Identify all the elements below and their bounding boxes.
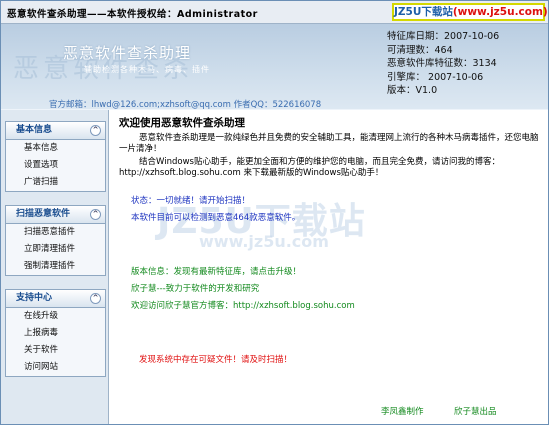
panel-scan: 扫描恶意软件 ^ 扫描恶意插件 立即清理插件 强制清理插件	[5, 205, 106, 276]
panel-title: 扫描恶意软件	[16, 209, 71, 219]
app-window: 恶意软件查杀助理——本软件授权给：Administrator JZ5U下载站(w…	[0, 0, 549, 425]
sidebar-item-settings[interactable]: 设置选项	[6, 157, 105, 174]
sidebar-item-about[interactable]: 关于软件	[6, 342, 105, 359]
welcome-heading: 欢迎使用恶意软件查杀助理	[119, 117, 245, 129]
background-watermark-url: www.jz5u.com	[199, 232, 329, 251]
window-title: 恶意软件查杀助理——本软件授权给：Administrator	[7, 9, 258, 20]
sidebar-item-visit-site[interactable]: 访问网站	[6, 359, 105, 376]
capability-text: 本软件目前可以检测到恶意464款恶意软件。	[131, 213, 301, 223]
collapse-icon[interactable]: ^	[90, 209, 101, 220]
author-credit: 李凤鑫制作	[381, 407, 424, 417]
logo-url: (www.jz5u.com)	[452, 6, 548, 18]
sidebar-item-broad-scan[interactable]: 广谱扫描	[6, 174, 105, 191]
panel-title: 支持中心	[16, 293, 53, 303]
sidebar: 基本信息 ^ 基本信息 设置选项 广谱扫描 扫描恶意软件 ^ 扫描恶意插件 立即…	[1, 110, 109, 424]
panel-basic-info: 基本信息 ^ 基本信息 设置选项 广谱扫描	[5, 121, 106, 192]
sidebar-item-scan-plugins[interactable]: 扫描恶意插件	[6, 224, 105, 241]
site-logo: JZ5U下载站(www.jz5u.com)	[392, 3, 548, 21]
collapse-icon[interactable]: ^	[90, 293, 101, 304]
helper-paragraph: 结合Windows贴心助手，能更加全面和方便的维护您的电脑，而且完全免费，请访问…	[119, 157, 500, 178]
publisher-credit: 欣子慧出品	[454, 407, 497, 417]
app-title: 恶意软件查杀助理	[63, 44, 192, 62]
version: 版本：V1.0	[387, 85, 438, 96]
logo-brand: JZ5U下载站	[394, 6, 453, 18]
collapse-icon[interactable]: ^	[90, 125, 101, 136]
version-update-link[interactable]: 版本信息：发现有最新特征库，请点击升级！	[131, 265, 301, 277]
panel-header-scan[interactable]: 扫描恶意软件 ^	[6, 206, 105, 224]
status-text: 状态：一切就绪！请开始扫描！	[131, 196, 251, 206]
blog-link[interactable]: 欢迎访问欣子慧官方博客：http://xzhsoft.blog.sohu.com	[131, 299, 355, 311]
panel-header-basic-info[interactable]: 基本信息 ^	[6, 122, 105, 140]
intro-paragraph: 恶意软件查杀助理是一款纯绿色并且免费的安全辅助工具，能清理网上流行的各种木马病毒…	[119, 133, 539, 154]
sidebar-item-report-virus[interactable]: 上报病毒	[6, 325, 105, 342]
panel-title: 基本信息	[16, 125, 53, 135]
contact-info: 官方邮箱：lhwd@126.com;xzhsoft@qq.com 作者QQ：52…	[49, 100, 322, 110]
panel-support: 支持中心 ^ 在线升级 上报病毒 关于软件 访问网站	[5, 289, 106, 377]
signature-count: 恶意软件库特征数：3134	[387, 58, 497, 69]
database-info: 特征库日期：2007-10-06 可清理数：464 恶意软件库特征数：3134 …	[387, 30, 499, 98]
warning-text: 发现系统中存在可疑文件！请及时扫描！	[139, 355, 293, 365]
title-bar: 恶意软件查杀助理——本软件授权给：Administrator JZ5U下载站(w…	[1, 1, 548, 24]
engine-date: 引擎库： 2007-10-06	[387, 71, 484, 83]
cleanable-count: 可清理数：464	[387, 44, 453, 56]
app-header: 恶意软件查杀 恶意软件查杀助理 辅助检测各种木马、病毒、插件 官方邮箱：lhwd…	[1, 24, 548, 110]
sidebar-item-online-update[interactable]: 在线升级	[6, 308, 105, 325]
panel-header-support[interactable]: 支持中心 ^	[6, 290, 105, 308]
signature-date: 特征库日期：2007-10-06	[387, 31, 500, 42]
sidebar-item-clean-plugins[interactable]: 立即清理插件	[6, 241, 105, 258]
sidebar-item-force-clean[interactable]: 强制清理插件	[6, 258, 105, 275]
sidebar-item-basic-info[interactable]: 基本信息	[6, 140, 105, 157]
main-content: JZ5U下载站 www.jz5u.com 欢迎使用恶意软件查杀助理 恶意软件查杀…	[109, 110, 548, 424]
team-text: 欣子慧---致力于软件的开发和研究	[131, 284, 260, 294]
app-slogan: 辅助检测各种木马、病毒、插件	[84, 65, 210, 74]
